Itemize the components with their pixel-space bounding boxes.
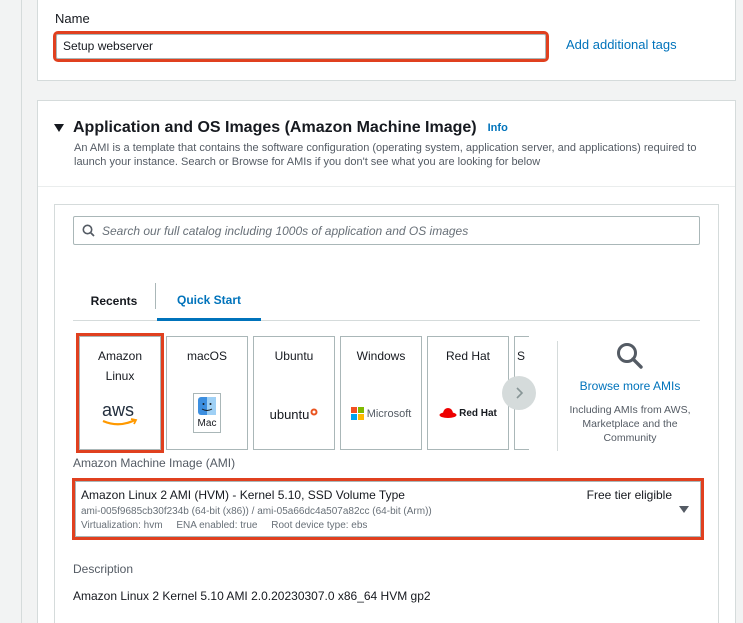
os-tile-macos[interactable]: macOS Mac: [166, 336, 248, 450]
ami-catalog-container: Search our full catalog including 1000s …: [54, 204, 719, 623]
search-placeholder: Search our full catalog including 1000s …: [102, 223, 469, 238]
os-tile-windows[interactable]: Windows Microsoft: [340, 336, 422, 450]
dropdown-arrow-icon[interactable]: [679, 506, 689, 513]
tile-label: S: [517, 349, 526, 363]
ami-ids: ami-005f9685cb30f234b (64-bit (x86)) / a…: [81, 506, 432, 517]
browse-more-amis-link[interactable]: Browse more AMIs: [558, 379, 702, 393]
ami-selected-title: Amazon Linux 2 AMI (HVM) - Kernel 5.10, …: [81, 488, 405, 502]
tile-label: Red Hat: [445, 349, 491, 363]
name-panel: Name Setup webserver Add additional tags: [37, 0, 736, 81]
carousel-next-button[interactable]: [502, 376, 536, 410]
tab-separator: [155, 283, 156, 309]
magnifier-icon: [617, 343, 643, 369]
free-tier-badge: Free tier eligible: [586, 488, 672, 502]
ami-section-description: An AMI is a template that contains the s…: [74, 142, 697, 168]
os-tile-redhat[interactable]: Red Hat Red Hat: [427, 336, 509, 450]
tab-recents-label: Recents: [90, 294, 138, 308]
mac-finder-icon: Mac: [167, 393, 247, 433]
tab-quick-start[interactable]: Quick Start: [157, 281, 261, 321]
tab-recents[interactable]: Recents: [73, 281, 155, 321]
browse-more-description: Including AMIs from AWS, Marketplace and…: [569, 404, 691, 444]
aws-logo-icon: aws: [80, 401, 160, 429]
ami-select[interactable]: Amazon Linux 2 AMI (HVM) - Kernel 5.10, …: [72, 478, 704, 540]
browse-more-amis-panel[interactable]: Browse more AMIs Including AMIs from AWS…: [557, 341, 702, 451]
name-input-value: Setup webserver: [63, 39, 154, 53]
chevron-right-icon: [516, 387, 524, 399]
ami-search-input[interactable]: Search our full catalog including 1000s …: [73, 216, 700, 245]
description-value: Amazon Linux 2 Kernel 5.10 AMI 2.0.20230…: [73, 589, 431, 603]
ami-section-title: Application and OS Images (Amazon Machin…: [73, 119, 477, 136]
ami-label: Amazon Machine Image (AMI): [73, 456, 236, 470]
add-additional-tags-link[interactable]: Add additional tags: [566, 37, 677, 52]
ami-ena: ENA enabled: true: [176, 520, 258, 531]
name-input[interactable]: Setup webserver: [53, 31, 549, 62]
ami-virtualization: Virtualization: hvm: [81, 520, 163, 531]
search-icon: [82, 224, 95, 237]
os-tile-amazon-linux[interactable]: Amazon Linux aws: [76, 333, 164, 453]
tile-label: Windows: [356, 349, 406, 363]
info-link[interactable]: Info: [488, 122, 508, 134]
tab-quick-start-label: Quick Start: [176, 292, 242, 307]
section-divider: [38, 186, 735, 187]
tile-label: Ubuntu: [274, 349, 314, 363]
svg-text:aws: aws: [102, 401, 134, 420]
ami-root-device: Root device type: ebs: [271, 520, 368, 531]
description-label: Description: [73, 562, 134, 576]
collapse-triangle-icon[interactable]: [54, 124, 64, 132]
left-rail: [0, 0, 22, 623]
name-label: Name: [55, 11, 90, 26]
ubuntu-logo-icon: ubuntu: [254, 407, 334, 422]
os-tile-ubuntu[interactable]: Ubuntu ubuntu: [253, 336, 335, 450]
redhat-logo-icon: Red Hat: [428, 407, 508, 420]
ami-section-header[interactable]: Application and OS Images (Amazon Machin…: [54, 119, 508, 137]
tile-label: macOS: [186, 349, 227, 363]
ami-metadata: Virtualization: hvm ENA enabled: true Ro…: [81, 520, 378, 531]
ami-panel: Application and OS Images (Amazon Machin…: [37, 100, 736, 623]
ami-tabs: Recents Quick Start: [73, 281, 700, 321]
microsoft-logo-icon: Microsoft: [341, 407, 421, 420]
tile-label: Amazon Linux: [97, 349, 143, 383]
